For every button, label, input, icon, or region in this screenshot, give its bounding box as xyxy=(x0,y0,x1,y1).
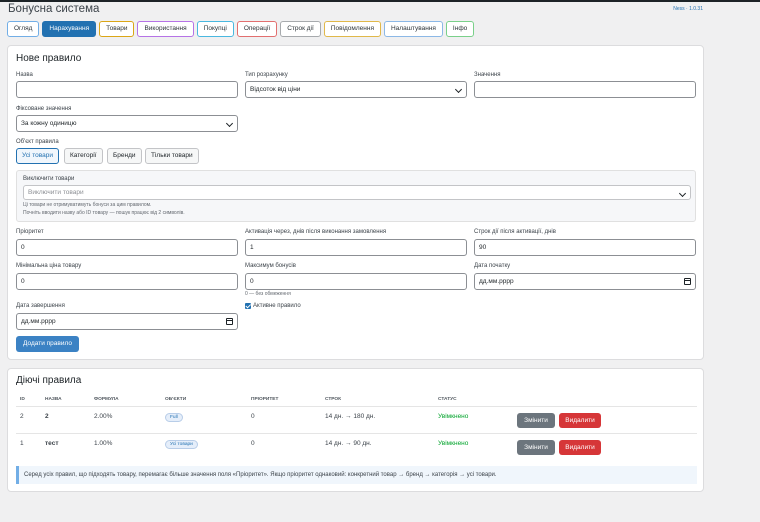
rule-formula: 2.00% xyxy=(94,413,113,420)
name-label: Назва xyxy=(16,72,33,78)
rule-priority: 0 xyxy=(251,440,255,447)
priority-info-note: Серед усіх правил, що підходять товару, … xyxy=(16,466,697,484)
exclude-hint-2: Почніть вводити назву або ID товару — по… xyxy=(23,210,185,216)
rule-term: 14 дн. → 180 дн. xyxy=(325,413,376,420)
tab-overview[interactable]: Огляд xyxy=(7,21,40,37)
tab-customers[interactable]: Покупці xyxy=(196,21,234,37)
object-only-products[interactable]: Тільки товари xyxy=(145,148,199,164)
rule-term: 14 дн. → 90 дн. xyxy=(325,440,372,447)
tab-settings[interactable]: Налаштування xyxy=(383,21,443,37)
rule-objects-badge: Усі товари xyxy=(165,440,198,449)
rule-name: 2 xyxy=(45,413,49,420)
edit-rule-button[interactable]: Змінити xyxy=(517,440,555,455)
delete-rule-button[interactable]: Видалити xyxy=(559,413,601,428)
rule-id: 2 xyxy=(20,413,24,420)
validity-input[interactable]: 90 xyxy=(474,239,696,256)
calendar-icon[interactable] xyxy=(226,318,233,325)
max-bonus-label: Максимум бонусів xyxy=(245,263,296,269)
tab-usage[interactable]: Використання xyxy=(137,21,194,37)
max-bonus-input[interactable]: 0 xyxy=(245,273,467,290)
column-header-id: ID xyxy=(20,397,25,402)
value-input[interactable] xyxy=(474,81,696,98)
end-date-label: Дата завершення xyxy=(16,303,65,309)
calendar-icon[interactable] xyxy=(684,278,691,285)
column-header-status: Статус xyxy=(438,397,457,402)
active-rules-heading: Діючі правила xyxy=(16,375,82,386)
max-bonus-hint: 0 — без обмеження xyxy=(245,291,291,297)
exclude-hint-1: Ці товари не отримуватимуть бонуси за ци… xyxy=(23,202,152,208)
column-header-formula: Формула xyxy=(94,397,119,402)
tab-operations[interactable]: Операції xyxy=(236,21,278,37)
active-rule-checkbox[interactable] xyxy=(245,303,251,309)
tab-info[interactable]: Інфо xyxy=(445,21,475,37)
column-header-term: Строк xyxy=(325,397,342,402)
min-price-label: Мінімальна ціна товару xyxy=(16,263,82,269)
admin-top-bar xyxy=(0,0,760,2)
page-title: Бонусна система xyxy=(8,3,100,15)
rule-status: Увімкнено xyxy=(438,440,469,447)
new-rule-heading: Нове правило xyxy=(16,53,82,64)
activation-input[interactable]: 1 xyxy=(245,239,467,256)
exclude-products-input[interactable]: Виключити товари xyxy=(23,185,691,200)
row-divider xyxy=(16,433,697,434)
object-categories[interactable]: Категорії xyxy=(64,148,103,164)
active-rules-card: Діючі правила ID Назва Формула Об'єкти П… xyxy=(7,368,704,492)
end-date-input[interactable]: дд.мм.рррр xyxy=(16,313,238,330)
tab-validity[interactable]: Строк дії xyxy=(280,21,321,37)
exclude-label: Виключити товари xyxy=(23,176,75,182)
priority-input[interactable]: 0 xyxy=(16,239,238,256)
column-header-name: Назва xyxy=(45,397,62,402)
object-brands[interactable]: Бренди xyxy=(107,148,142,164)
min-price-input[interactable]: 0 xyxy=(16,273,238,290)
fixed-value-value: За кожну одиницю xyxy=(21,120,77,127)
object-all-products[interactable]: Усі товари xyxy=(16,148,59,164)
rule-priority: 0 xyxy=(251,413,255,420)
exclude-placeholder: Виключити товари xyxy=(28,189,84,196)
calc-type-label: Тип розрахунку xyxy=(245,72,288,78)
delete-rule-button[interactable]: Видалити xyxy=(559,440,601,455)
fixed-value-select[interactable]: За кожну одиницю xyxy=(16,115,238,132)
column-header-priority: Пріоритет xyxy=(251,397,279,402)
end-date-value: дд.мм.рррр xyxy=(21,318,56,325)
validity-label: Строк дії після активації, днів xyxy=(474,229,556,235)
rule-status: Увімкнено xyxy=(438,413,469,420)
value-label: Значення xyxy=(474,72,501,78)
column-header-objects: Об'єкти xyxy=(165,397,187,402)
add-rule-button[interactable]: Додати правило xyxy=(16,336,79,352)
rule-formula: 1.00% xyxy=(94,440,113,447)
tab-notifications[interactable]: Повідомлення xyxy=(323,21,381,37)
start-date-input[interactable]: дд.мм.рррр xyxy=(474,273,696,290)
tab-accrual[interactable]: Нарахування xyxy=(42,21,97,37)
version-label: Ness · 1.0.31 xyxy=(673,6,703,12)
fixed-value-label: Фіксоване значення xyxy=(16,106,72,112)
rule-id: 1 xyxy=(20,440,24,447)
new-rule-card: Нове правило Назва Тип розрахунку Відсот… xyxy=(7,45,704,360)
calc-type-select[interactable]: Відсоток від ціни xyxy=(245,81,467,98)
table-header-divider xyxy=(16,406,697,407)
name-input[interactable] xyxy=(16,81,238,98)
object-label: Об'єкт правила xyxy=(16,139,59,145)
calc-type-value: Відсоток від ціни xyxy=(250,86,301,93)
priority-label: Пріоритет xyxy=(16,229,44,235)
edit-rule-button[interactable]: Змінити xyxy=(517,413,555,428)
active-rule-label: Активне правило xyxy=(253,303,301,309)
rule-name: тест xyxy=(45,440,59,447)
tab-bar: Огляд Нарахування Товари Використання По… xyxy=(7,21,475,37)
activation-label: Активація через, днів після виконання за… xyxy=(245,229,387,235)
tab-products[interactable]: Товари xyxy=(99,21,135,37)
rule-objects-badge: Full xyxy=(165,413,183,422)
start-date-label: Дата початку xyxy=(474,263,511,269)
exclude-products-box: Виключити товари Виключити товари Ці тов… xyxy=(16,170,696,222)
start-date-value: дд.мм.рррр xyxy=(479,278,514,285)
